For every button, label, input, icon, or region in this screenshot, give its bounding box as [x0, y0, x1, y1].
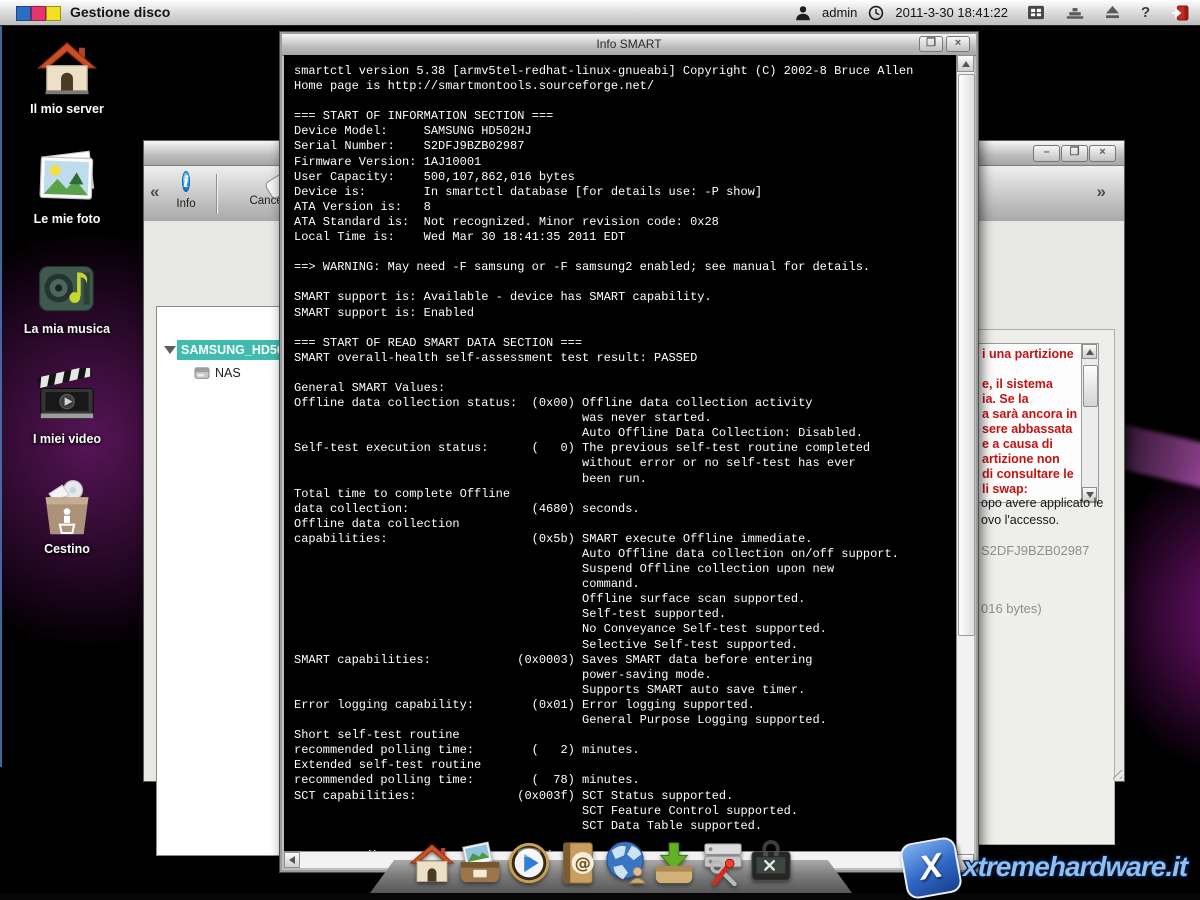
site-watermark: X xtremehardware.it	[893, 838, 1200, 898]
warning-line: ia. Se la	[982, 392, 1094, 407]
apply-note-text: opo avere applicato le ovo l'accesso.	[981, 495, 1103, 529]
warning-line: sere abbassata	[982, 422, 1094, 437]
photo-box-icon	[457, 840, 503, 886]
dock-home[interactable]	[409, 840, 455, 886]
music-icon	[36, 258, 98, 318]
hard-disk-icon	[194, 366, 210, 380]
expand-chevron-icon[interactable]: »	[1097, 182, 1106, 202]
eject-icon[interactable]	[1105, 6, 1120, 19]
disk-utility-icon	[700, 840, 746, 886]
logout-icon[interactable]	[1171, 5, 1189, 21]
smart-window-titlebar[interactable]: Info SMART ❐ ×	[282, 34, 976, 56]
smartctl-terminal-output: smartctl version 5.38 [armv5tel-redhat-l…	[284, 55, 958, 855]
info-icon: i	[182, 171, 190, 192]
dock-network-browser[interactable]	[603, 840, 649, 886]
maximize-button[interactable]: ❐	[919, 36, 943, 52]
desktop-icon-label: I miei video	[12, 432, 122, 446]
network-globe-icon	[603, 840, 649, 886]
desktop-icon-label: La mia musica	[12, 322, 122, 336]
media-player-icon	[506, 840, 552, 886]
page-title: Gestione disco	[70, 4, 170, 20]
serial-number-value: S2DFJ9BZB02987	[981, 543, 1089, 558]
desktop-icon-trash[interactable]: Cestino	[12, 478, 122, 556]
smart-info-window: Info SMART ❐ × smartctl version 5.38 [ar…	[280, 32, 978, 872]
desktop: Gestione disco admin 2011-3-30 18:41:22 …	[0, 0, 1200, 900]
scroll-left-icon[interactable]	[284, 852, 300, 868]
warning-line: artizione non	[982, 452, 1094, 467]
warning-line: a sarà ancora in	[982, 407, 1094, 422]
dock-disk-utility[interactable]	[700, 840, 746, 886]
capacity-value: 016 bytes)	[981, 601, 1042, 616]
photos-icon	[36, 148, 98, 208]
terminal-text: smartctl version 5.38 [armv5tel-redhat-l…	[284, 55, 958, 855]
system-datetime: 2011-3-30 18:41:22	[895, 5, 1008, 20]
desktop-icon-my-music[interactable]: La mia musica	[12, 258, 122, 336]
screen-edge-line	[0, 25, 2, 767]
tree-item-partition[interactable]: NAS	[194, 364, 241, 382]
home-icon	[409, 840, 455, 886]
minimize-button[interactable]: –	[1033, 145, 1060, 162]
desktop-icon-label: Le mie foto	[12, 212, 122, 226]
svg-text:@: @	[575, 854, 591, 873]
user-icon	[795, 5, 811, 21]
close-button[interactable]: ×	[1089, 145, 1116, 162]
warning-line: i una partizione	[982, 347, 1094, 362]
xtremehardware-logo-icon: X	[899, 836, 964, 900]
videos-icon	[36, 368, 98, 428]
smart-window-title: Info SMART	[282, 34, 976, 55]
downloads-icon	[651, 840, 697, 886]
desktop-icon-my-photos[interactable]: Le mie foto	[12, 148, 122, 226]
maximize-button[interactable]: ❐	[1061, 145, 1088, 162]
windows-grid-icon[interactable]	[1027, 5, 1045, 20]
watermark-text: xtremehardware.it	[963, 851, 1187, 883]
app-logo	[16, 5, 61, 23]
toolbox-icon	[748, 840, 794, 886]
scroll-up-icon[interactable]	[1082, 344, 1097, 359]
info-button[interactable]: i Info	[164, 169, 208, 210]
warning-line: e a causa di	[982, 437, 1094, 452]
scroll-up-icon[interactable]	[957, 55, 974, 72]
toolbar-separator	[216, 174, 218, 214]
dock-toolbox[interactable]	[748, 840, 794, 886]
warning-line: di consultare le	[982, 467, 1094, 482]
top-menubar: Gestione disco admin 2011-3-30 18:41:22 …	[0, 0, 1200, 26]
tree-expander-icon[interactable]	[164, 346, 176, 354]
logo-square-magenta	[31, 6, 46, 21]
dock-downloads[interactable]	[651, 840, 697, 886]
info-button-label: Info	[164, 198, 208, 210]
dock-media-player[interactable]	[506, 840, 552, 886]
warning-line: e, il sistema	[982, 377, 1094, 392]
help-icon[interactable]: ?	[1141, 4, 1150, 21]
tree-item-label: NAS	[215, 366, 241, 380]
desktop-icon-label: Il mio server	[12, 102, 122, 116]
scrollbar-thumb[interactable]	[958, 74, 975, 636]
scrollbar-thumb[interactable]	[1083, 365, 1098, 407]
home-icon	[36, 38, 98, 98]
close-button[interactable]: ×	[946, 36, 970, 52]
address-book-icon: @	[554, 840, 600, 886]
logo-square-blue	[16, 6, 31, 21]
collapse-chevron-icon[interactable]: «	[150, 182, 159, 202]
levels-icon[interactable]	[1066, 6, 1084, 20]
logo-square-yellow	[46, 6, 61, 21]
desktop-icon-my-videos[interactable]: I miei video	[12, 368, 122, 446]
clock-icon	[868, 5, 884, 21]
desktop-icon-label: Cestino	[12, 542, 122, 556]
warning-scrollbar[interactable]	[1081, 344, 1098, 502]
trash-icon	[36, 478, 98, 538]
desktop-icon-my-server[interactable]: Il mio server	[12, 38, 122, 116]
logged-in-user: admin	[822, 5, 857, 20]
dock-address-book[interactable]: @	[554, 840, 600, 886]
dock-photos[interactable]	[457, 840, 503, 886]
vertical-scrollbar[interactable]	[956, 55, 974, 871]
